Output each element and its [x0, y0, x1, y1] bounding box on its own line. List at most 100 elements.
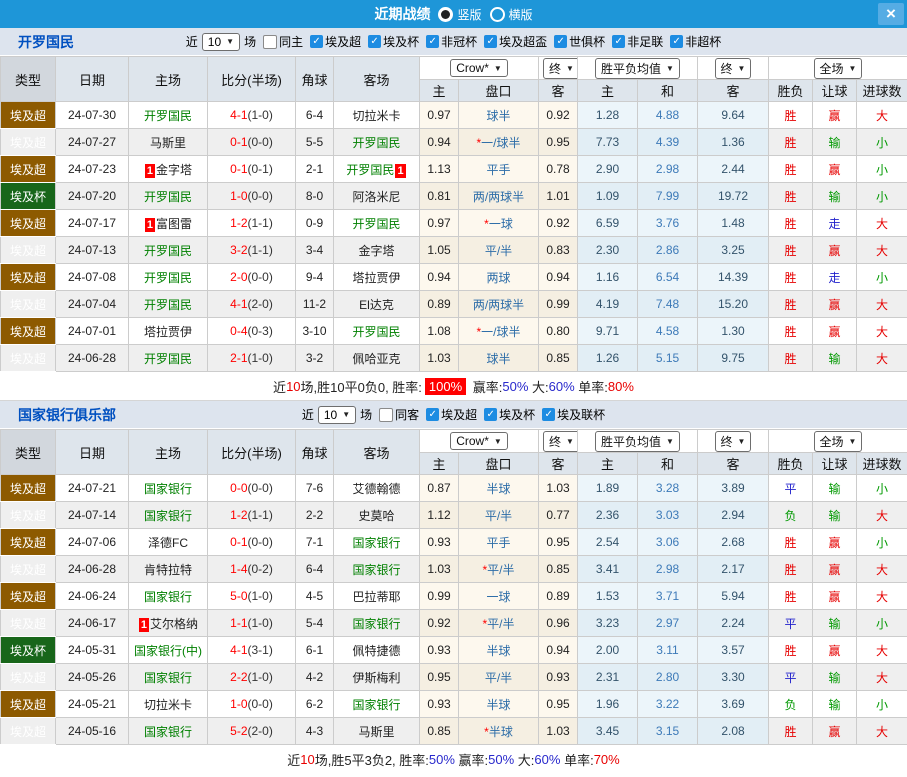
summary-segment: 场,胜5平3负2, 胜率: [315, 750, 429, 769]
handicap-line: 球半 [486, 352, 510, 366]
avg-final-select[interactable]: 终▼ [715, 431, 752, 452]
odds-final-select[interactable]: 终▼ [543, 431, 578, 452]
odds-final-select-value: 终 [549, 433, 561, 450]
odds-final-select[interactable]: 终▼ [543, 58, 578, 79]
col-corners: 角球 [296, 57, 334, 102]
summary-line: 近10场,胜5平3负2, 胜率:50% 赢率:50% 大:60% 单率:70% [0, 745, 907, 773]
home-team-name: 开罗国民 [144, 352, 192, 366]
league-filter-checkbox[interactable]: ✓ [484, 35, 497, 48]
league-filter-checkbox[interactable]: ✓ [670, 35, 683, 48]
league-filter-checkbox[interactable]: ✓ [368, 35, 381, 48]
avg-away-cell: 15.20 [698, 291, 769, 318]
match-row: 埃及杯24-05-31国家银行(中)4-1(3-1)6-1佩特捷德0.93半球0… [1, 637, 907, 664]
near-label: 近 [186, 33, 198, 50]
close-icon[interactable]: × [878, 3, 904, 25]
date-cell: 24-06-24 [56, 583, 129, 610]
odds-company-select[interactable]: Crow*▼ [450, 59, 508, 77]
chevron-down-icon: ▼ [342, 410, 350, 419]
home-team-name: 国家银行 [144, 590, 192, 604]
odds-away-cell: 0.92 [539, 102, 578, 129]
fullmatch-select[interactable]: 全场▼ [814, 431, 863, 452]
full-time-score: 3-2 [230, 243, 247, 257]
league-filter-checkbox[interactable]: ✓ [310, 35, 323, 48]
result-wdl-cell: 胜 [769, 102, 813, 129]
odds-final-header: 终▼ [539, 57, 578, 80]
home-team-cell: 1艾尔格纳 [129, 610, 208, 637]
result-handicap-cell: 赢 [813, 718, 857, 745]
home-team-name: 泽德FC [148, 536, 188, 550]
team-name: 开罗国民 [18, 32, 74, 52]
home-team-name: 富图雷 [156, 217, 192, 231]
avg-away-cell: 9.64 [698, 102, 769, 129]
avg-away-cell: 1.30 [698, 318, 769, 345]
league-type-cell: 埃及超 [1, 718, 56, 745]
half-time-score: (1-0) [248, 108, 273, 122]
league-type-cell: 埃及超 [1, 318, 56, 345]
handicap-line: 平/半 [485, 244, 512, 258]
col-result-handicap: 让球 [813, 453, 857, 475]
league-filter-checkbox[interactable]: ✓ [426, 35, 439, 48]
horizontal-layout-label[interactable]: 横版 [509, 6, 533, 23]
avg-header: 胜平负均值▼ [578, 57, 698, 80]
league-filter-checkbox[interactable]: ✓ [426, 408, 439, 421]
fullmatch-select[interactable]: 全场▼ [814, 58, 863, 79]
away-team-cell: 艾德翰德 [334, 475, 420, 502]
home-team-name: 马斯里 [150, 136, 186, 150]
odds-home-cell: 0.81 [420, 183, 459, 210]
score-cell: 1-0(0-0) [208, 183, 296, 210]
odds-away-cell: 1.03 [539, 718, 578, 745]
home-team-name: 肯特拉特 [144, 563, 192, 577]
same-venue-checkbox[interactable] [263, 35, 277, 49]
horizontal-layout-radio[interactable] [490, 7, 505, 22]
score-cell: 1-4(0-2) [208, 556, 296, 583]
avg-draw-cell: 4.39 [638, 129, 698, 156]
away-team-cell: 开罗国民 [334, 129, 420, 156]
away-team-cell: 巴拉蒂耶 [334, 583, 420, 610]
league-filter-checkbox[interactable]: ✓ [554, 35, 567, 48]
away-team-name: 切拉米卡 [352, 109, 400, 123]
avg-header: 胜平负均值▼ [578, 430, 698, 453]
away-team-name: 塔拉贾伊 [352, 271, 400, 285]
half-time-score: (1-0) [248, 589, 273, 603]
league-filter-checkbox[interactable]: ✓ [484, 408, 497, 421]
result-handicap-cell: 赢 [813, 237, 857, 264]
handicap-cell: *一/球半 [459, 129, 539, 156]
league-type-cell: 埃及超 [1, 291, 56, 318]
score-cell: 3-2(1-1) [208, 237, 296, 264]
league-type-cell: 埃及超 [1, 664, 56, 691]
same-venue-checkbox[interactable] [379, 408, 393, 422]
avg-select[interactable]: 胜平负均值▼ [595, 58, 680, 79]
avg-select[interactable]: 胜平负均值▼ [595, 431, 680, 452]
league-filter-checkbox[interactable]: ✓ [612, 35, 625, 48]
result-goals-cell: 小 [857, 156, 907, 183]
away-team-name: 伊斯梅利 [352, 671, 400, 685]
match-count-select[interactable]: 10▼ [202, 33, 240, 51]
odds-home-cell: 0.95 [420, 664, 459, 691]
card-badge: 1 [145, 164, 155, 178]
avg-draw-cell: 6.54 [638, 264, 698, 291]
away-team-cell: 佩哈亚克 [334, 345, 420, 372]
handicap-line: 一/球半 [481, 325, 520, 339]
full-time-score: 1-0 [230, 697, 247, 711]
odds-away-cell: 0.95 [539, 129, 578, 156]
vertical-layout-label[interactable]: 竖版 [457, 6, 481, 23]
match-row: 埃及超24-07-21国家银行0-0(0-0)7-6艾德翰德0.87半球1.03… [1, 475, 907, 502]
odds-company-select[interactable]: Crow*▼ [450, 432, 508, 450]
league-filter-checkbox[interactable]: ✓ [542, 408, 555, 421]
avg-draw-cell: 7.99 [638, 183, 698, 210]
vertical-layout-radio[interactable] [438, 7, 453, 22]
half-time-score: (2-0) [248, 297, 273, 311]
match-count-select[interactable]: 10▼ [318, 406, 356, 424]
result-wdl-cell: 胜 [769, 718, 813, 745]
handicap-cell: 平/半 [459, 664, 539, 691]
result-goals-cell: 小 [857, 475, 907, 502]
full-time-score: 5-0 [230, 589, 247, 603]
home-team-cell: 国家银行 [129, 475, 208, 502]
result-wdl-cell: 胜 [769, 129, 813, 156]
avg-final-select[interactable]: 终▼ [715, 58, 752, 79]
result-wdl-cell: 胜 [769, 345, 813, 372]
score-cell: 0-4(0-3) [208, 318, 296, 345]
away-team-cell: 塔拉贾伊 [334, 264, 420, 291]
handicap-line: 一球 [489, 217, 513, 231]
home-team-cell: 国家银行 [129, 502, 208, 529]
